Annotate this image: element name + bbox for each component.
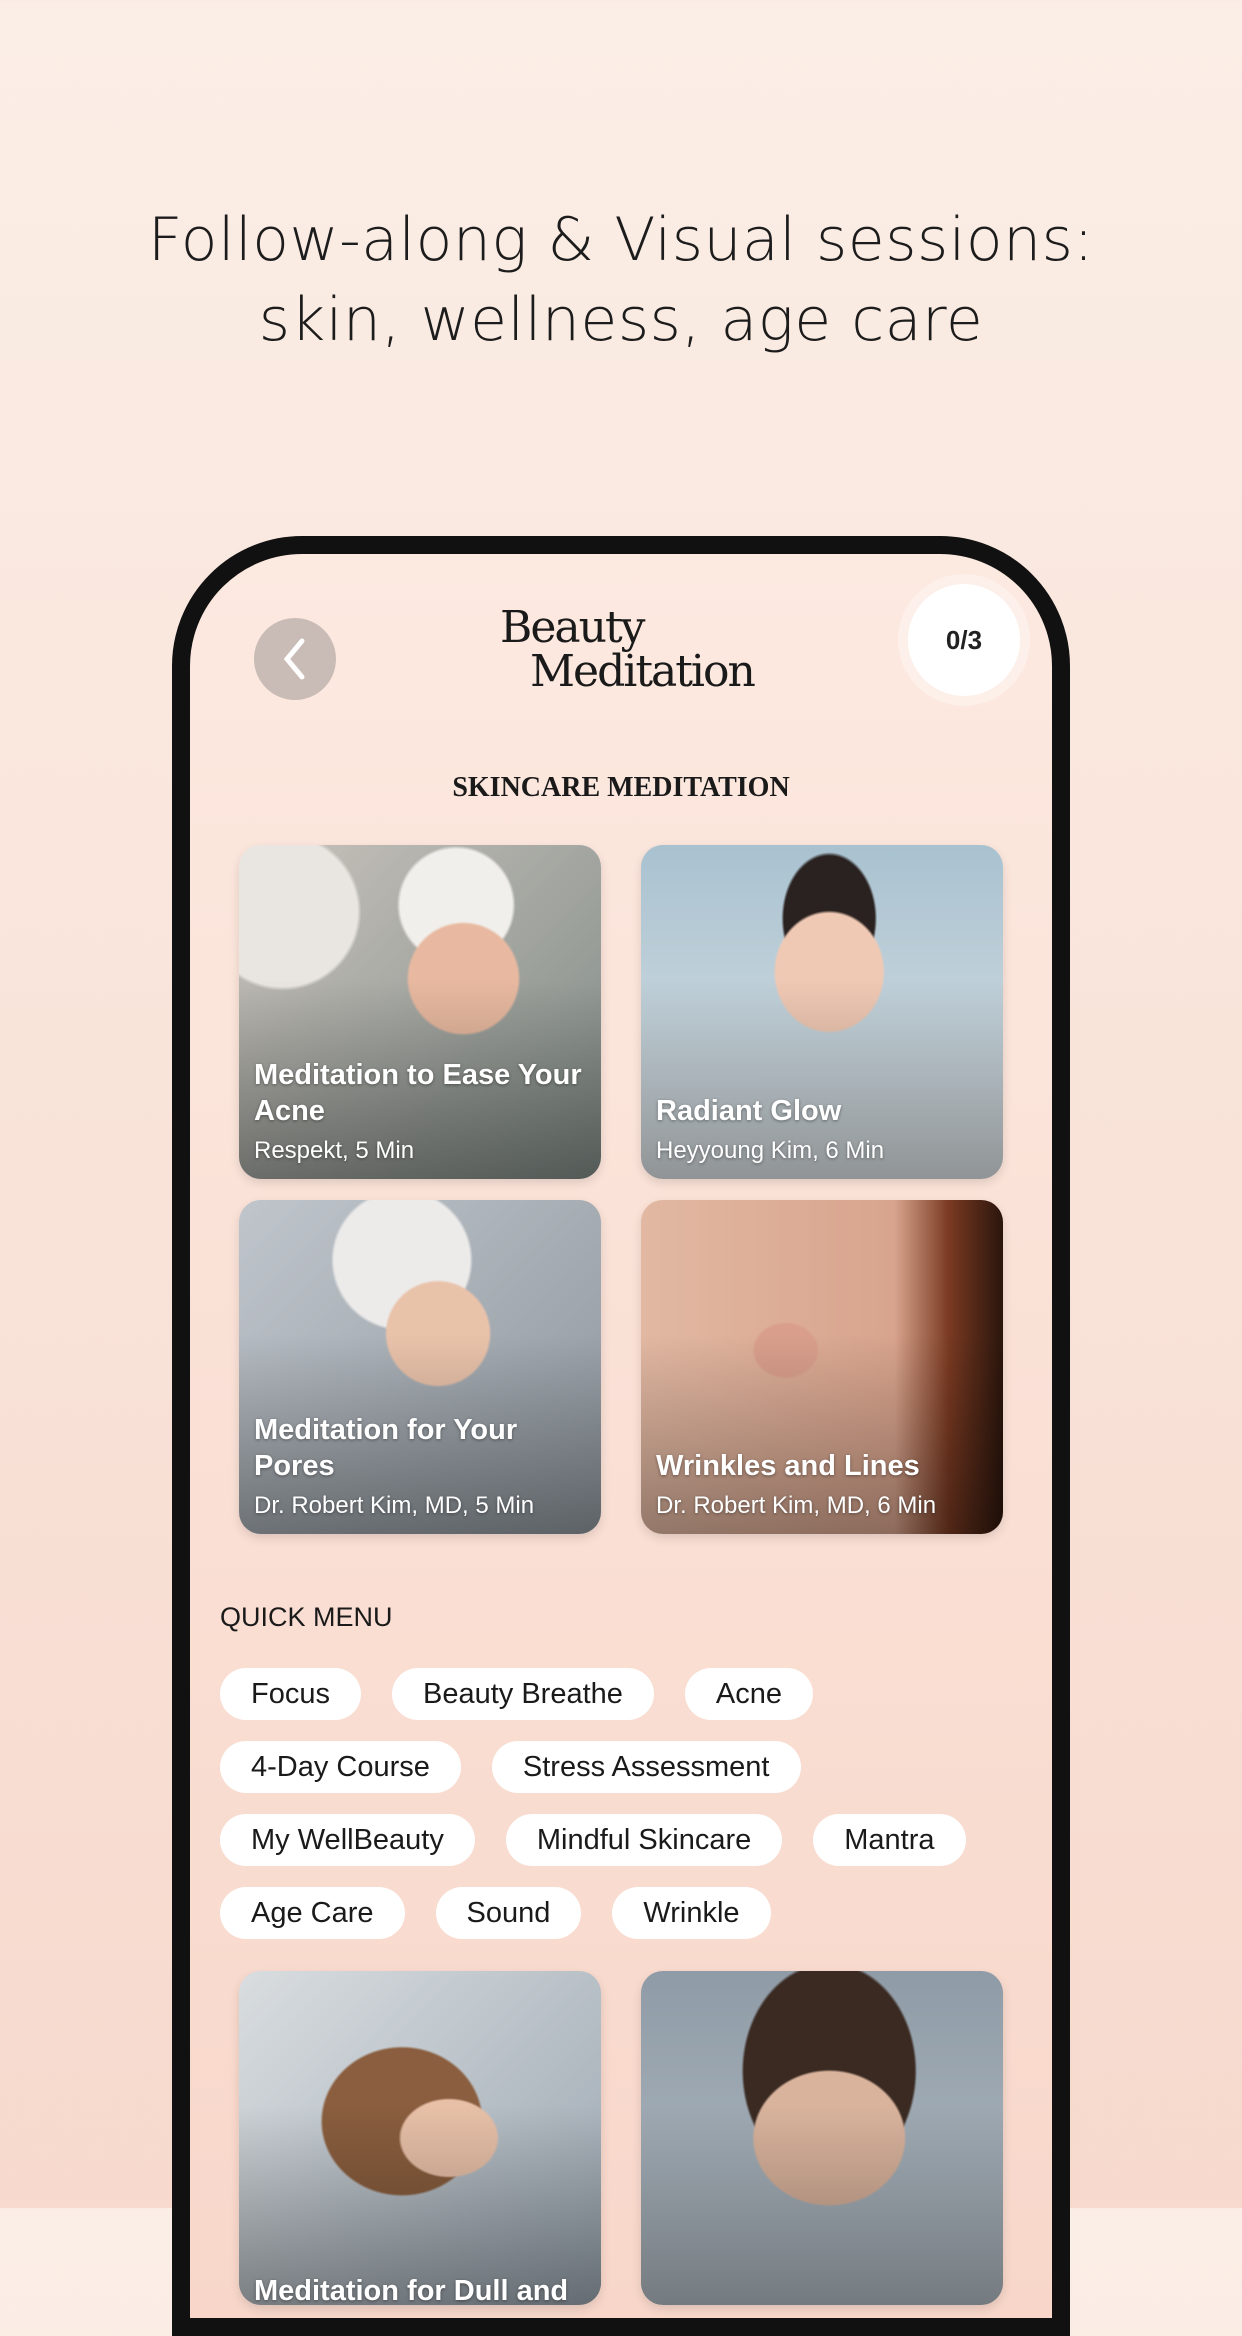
card-title: Meditation for Dull and — [254, 2275, 569, 2305]
chip-beauty-breathe[interactable]: Beauty Breathe — [391, 1668, 654, 1720]
section-title: SKINCARE MEDITATION — [452, 772, 790, 803]
card-subtitle: Dr. Robert Kim, MD, 5 Min — [254, 1492, 535, 1519]
chevron-left-icon — [283, 638, 305, 680]
phone-frame: Beauty Meditation 0/3 SKINCARE MEDITATIO… — [172, 536, 1070, 2336]
card-subtitle: Heyyoung Kim, 6 Min — [656, 1137, 885, 1164]
card-subtitle: Respekt, 5 Min — [254, 1137, 415, 1164]
chip-age-care[interactable]: Age Care — [220, 1887, 405, 1939]
chip-mantra[interactable]: Mantra — [813, 1814, 966, 1866]
app-logo: Beauty Meditation — [500, 606, 760, 694]
card-title: Radiant Glow — [656, 1095, 842, 1127]
card-title: Wrinkles and Lines — [656, 1450, 920, 1482]
logo-line-1: Beauty — [500, 602, 645, 653]
session-card[interactable]: Meditation for Your Pores Dr. Robert Kim,… — [239, 1200, 601, 1534]
chip-acne[interactable]: Acne — [684, 1668, 814, 1720]
headline-line-1: Follow-along & Visual sessions: — [147, 205, 1095, 275]
session-card[interactable]: Wrinkles and Lines Dr. Robert Kim, MD, 6 … — [641, 1200, 1003, 1534]
promo-headline: Follow-along & Visual sessions: skin, we… — [0, 200, 1242, 360]
card-title: Meditation for Your Pores — [254, 1414, 518, 1482]
session-card[interactable]: Radiant Glow Heyyoung Kim, 6 Min — [641, 845, 1003, 1179]
chip-sound[interactable]: Sound — [435, 1887, 582, 1939]
chip-4-day-course[interactable]: 4-Day Course — [220, 1741, 461, 1793]
card-subtitle: Dr. Robert Kim, MD, 6 Min — [656, 1492, 937, 1519]
chip-stress-assessment[interactable]: Stress Assessment — [491, 1741, 801, 1793]
logo-line-2: Meditation — [530, 646, 756, 697]
back-button[interactable] — [254, 618, 336, 700]
headline-line-2: skin, wellness, age care — [258, 285, 984, 355]
chip-focus[interactable]: Focus — [220, 1668, 361, 1720]
quick-menu-label: QUICK MENU — [220, 1602, 393, 1632]
progress-counter[interactable]: 0/3 — [908, 584, 1020, 696]
session-card[interactable]: Meditation to Ease Your Acne Respekt, 5 M… — [239, 845, 601, 1179]
chip-my-wellbeauty[interactable]: My WellBeauty — [220, 1814, 475, 1866]
session-card[interactable] — [641, 1971, 1003, 2305]
quick-menu-chips: Focus Beauty Breathe Acne 4-Day Course Stre… — [220, 1668, 1040, 1960]
session-card[interactable]: Meditation for Dull and — [239, 1971, 601, 2305]
chip-mindful-skincare[interactable]: Mindful Skincare — [505, 1814, 783, 1866]
chip-wrinkle[interactable]: Wrinkle — [612, 1887, 771, 1939]
card-title: Meditation to Ease Your Acne — [254, 1059, 582, 1127]
